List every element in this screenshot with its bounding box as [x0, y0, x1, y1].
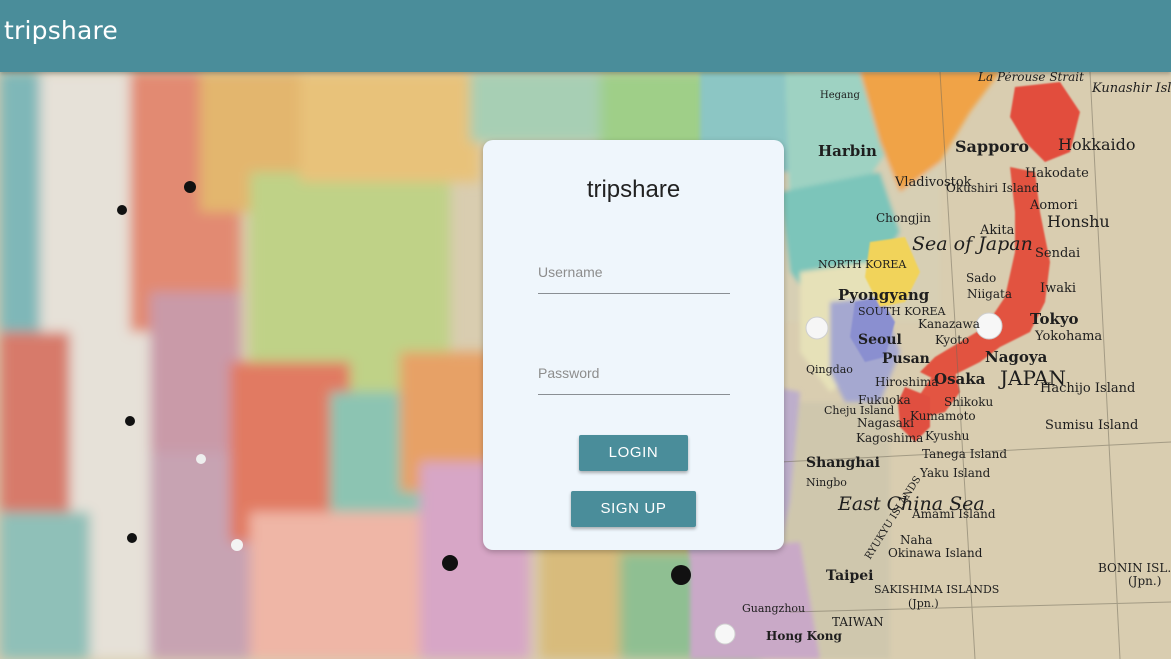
map-label: Naha [900, 533, 933, 547]
map-label: Amami Island [911, 507, 996, 521]
map-label: (Jpn.) [908, 597, 939, 610]
signup-button[interactable]: SIGN UP [571, 491, 696, 527]
map-label: Aomori [1029, 198, 1078, 213]
map-label: Hegang [820, 90, 860, 101]
map-label: Sendai [1035, 246, 1080, 261]
map-label: NORTH KOREA [818, 258, 907, 271]
map-label: Osaka [934, 370, 986, 388]
map-label: Pyongyang [838, 286, 930, 304]
username-input[interactable] [538, 253, 730, 291]
map-label: Chongjin [876, 211, 931, 225]
map-label: Kagoshima [856, 431, 923, 445]
map-label: SAKISHIMA ISLANDS [874, 583, 999, 596]
map-label: Hachijo Island [1040, 381, 1135, 396]
map-label: Kyushu [925, 429, 970, 443]
map-label: Kumamoto [910, 409, 976, 423]
login-button[interactable]: LOGIN [579, 435, 688, 471]
map-label: (Jpn.) [1128, 574, 1161, 588]
map-label: Shikoku [944, 395, 994, 409]
map-label: Pusan [882, 351, 930, 367]
map-label: Ningbo [806, 476, 847, 489]
map-label: Shanghai [806, 455, 880, 471]
map-label: Kyoto [935, 333, 969, 347]
app-title: tripshare [4, 16, 118, 45]
map-label: BONIN ISL. [1098, 561, 1171, 575]
map-label: Yokohama [1034, 329, 1102, 344]
username-field-container [538, 253, 730, 294]
login-card: tripshare LOGIN SIGN UP [483, 140, 784, 550]
map-label: Qingdao [806, 363, 853, 376]
map-label: Taipei [826, 568, 873, 584]
map-label: Tokyo [1030, 310, 1079, 328]
map-label: Guangzhou [742, 602, 805, 615]
app-bar: tripshare [0, 0, 1171, 72]
password-field-container [538, 354, 730, 395]
map-label: Sapporo [955, 137, 1029, 156]
map-label: Akita [979, 223, 1015, 238]
map-label: Yaku Island [919, 466, 991, 480]
map-label: La Pérouse Strait [977, 72, 1084, 84]
map-label: Iwaki [1040, 281, 1076, 296]
map-label: Hong Kong [766, 629, 843, 643]
map-label: TAIWAN [832, 615, 884, 629]
map-label: Honshu [1047, 212, 1110, 231]
map-label: Kanazawa [918, 317, 980, 331]
map-label: Niigata [967, 287, 1012, 301]
map-label: Seoul [858, 332, 902, 348]
map-label: Kunashir Island [1091, 81, 1171, 96]
map-label: Sado [966, 271, 996, 285]
map-label: Hakodate [1025, 166, 1089, 181]
map-label: Sumisu Island [1045, 418, 1138, 433]
map-label: Tanega Island [922, 447, 1007, 461]
map-label: Sea of Japan [912, 233, 1033, 255]
map-label: Nagasaki [857, 416, 914, 430]
login-title: tripshare [586, 176, 681, 203]
map-label: Nagoya [985, 348, 1048, 366]
map-label: Hiroshima [875, 375, 939, 389]
map-label: Harbin [818, 142, 877, 160]
map-label: Hokkaido [1058, 135, 1136, 154]
map-label: Okushiri Island [946, 181, 1040, 195]
map-label: Okinawa Island [888, 546, 983, 560]
password-input[interactable] [538, 354, 730, 392]
